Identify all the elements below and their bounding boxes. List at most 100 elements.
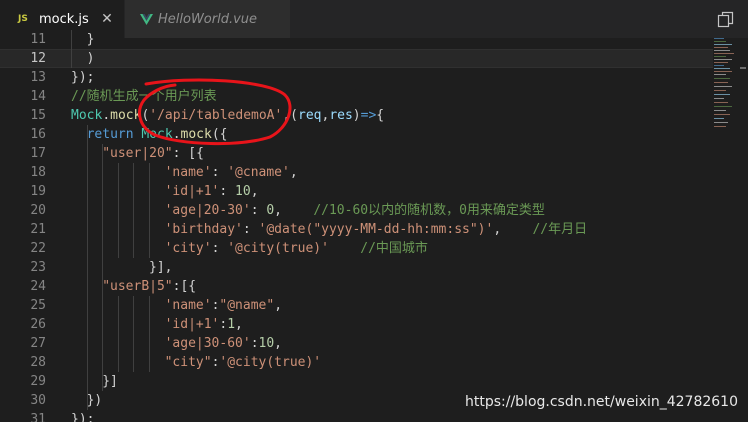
minimap-line <box>714 110 726 111</box>
code-line[interactable]: 20 'age|20-30': 0, //10-60以内的随机数，0用来确定类型 <box>0 201 713 220</box>
code-token: , <box>274 298 283 313</box>
close-icon[interactable]: ✕ <box>100 11 114 27</box>
line-number: 21 <box>30 222 46 237</box>
code-token: "@name" <box>219 298 275 313</box>
line-number: 19 <box>30 184 46 199</box>
minimap-line <box>714 78 730 79</box>
code-token: ) <box>352 108 361 123</box>
code-line[interactable]: 19 'id|+1': 10, <box>0 182 713 201</box>
split-editor-icon[interactable] <box>717 11 734 28</box>
code-editor[interactable]: 11} 12) 13}); 14//随机生成一个用户列表 15 Mock.mock('/a… <box>0 30 748 422</box>
code-line[interactable]: 26 'id|+1':1, <box>0 315 713 334</box>
code-token: 1 <box>227 317 236 332</box>
code-text: }], <box>149 258 172 277</box>
code-text: 'id|+1': 10, <box>165 182 259 201</box>
minimap-line <box>714 86 732 87</box>
code-token: '@date("yyyy-MM-dd-hh:mm:ss")' <box>258 222 494 237</box>
code-line[interactable]: 13}); <box>0 68 713 87</box>
minimap-line <box>714 126 726 127</box>
line-number: 22 <box>30 241 46 256</box>
code-line[interactable]: 17 "user|20": [{ <box>0 144 713 163</box>
line-number: 28 <box>30 355 46 370</box>
minimap-line <box>714 38 724 39</box>
line-number: 25 <box>30 298 46 313</box>
code-line[interactable]: 24 "userB|5":[{ <box>0 277 713 296</box>
minimap-line <box>714 106 732 107</box>
code-token: ) <box>86 51 95 66</box>
code-text: 'age|30-60':10, <box>165 334 282 353</box>
code-token: //年月日 <box>532 222 588 237</box>
code-token: : <box>219 184 236 199</box>
indent-guide <box>149 163 150 258</box>
code-token: : <box>250 336 259 351</box>
code-line[interactable]: 16 return Mock.mock({ <box>0 125 713 144</box>
code-token: '@city(true)' <box>219 355 322 370</box>
code-token: { <box>376 108 385 123</box>
minimap-line <box>714 98 724 99</box>
code-token: , <box>274 336 282 351</box>
minimap-line <box>714 68 730 69</box>
indent-guide <box>117 163 119 258</box>
code-token: '/api/tabledemoA' <box>149 108 283 123</box>
indent-guide <box>133 296 135 372</box>
code-token: 10 <box>235 184 251 199</box>
code-line[interactable]: 31}); <box>0 410 713 422</box>
code-line[interactable]: 14 //随机生成一个用户列表 <box>0 87 713 106</box>
code-line[interactable]: 28 "city":'@city(true)' <box>0 353 713 372</box>
code-line[interactable]: 21 'birthday': '@date("yyyy-MM-dd-hh:mm:s… <box>0 220 713 239</box>
code-text: return Mock.mock({ <box>87 125 228 144</box>
line-number: 20 <box>30 203 46 218</box>
code-token: : <box>211 165 228 180</box>
minimap[interactable] <box>712 38 736 138</box>
code-token: ({ <box>211 127 228 142</box>
tab-label: HelloWorld.vue <box>158 11 258 27</box>
code-text: } <box>87 30 95 49</box>
code-text: }] <box>102 372 118 391</box>
minimap-line <box>714 94 730 95</box>
code-token: => <box>360 108 377 123</box>
code-token: }); <box>71 70 95 85</box>
minimap-line <box>714 71 732 72</box>
code-line[interactable]: 12) <box>0 49 713 68</box>
code-token: . <box>102 108 111 123</box>
code-token: '@cname' <box>227 165 290 180</box>
code-text: "city":'@city(true)' <box>165 353 322 372</box>
code-line[interactable]: 15 Mock.mock('/api/tabledemoA',(req,res)=… <box>0 106 713 125</box>
code-text: 'name': '@cname', <box>165 163 298 182</box>
code-token: ,( <box>282 108 298 123</box>
code-token: 'name' <box>164 165 212 180</box>
code-line[interactable]: 22 'city': '@city(true)' //中国城市 <box>0 239 713 258</box>
code-token: //中国城市 <box>360 241 428 256</box>
vertical-scrollbar[interactable] <box>736 38 748 422</box>
minimap-line <box>714 41 726 42</box>
line-number: 16 <box>30 127 46 142</box>
scrollbar-cursor-marker <box>740 67 746 69</box>
code-line[interactable]: 18 'name': '@cname', <box>0 163 713 182</box>
code-token: : <box>211 241 228 256</box>
line-number: 11 <box>30 32 46 47</box>
line-number: 27 <box>30 336 46 351</box>
code-text: }); <box>71 68 94 87</box>
code-token: , <box>274 203 314 218</box>
minimap-line <box>714 118 724 119</box>
indent-guide <box>117 296 119 372</box>
code-line[interactable]: 25 'name':"@name", <box>0 296 713 315</box>
code-token: }], <box>149 260 173 275</box>
code-line[interactable]: 11} <box>0 30 713 49</box>
code-line[interactable]: 27 'age|30-60':10, <box>0 334 713 353</box>
minimap-line <box>714 44 732 45</box>
code-text: ) <box>87 50 95 67</box>
minimap-line <box>714 114 730 115</box>
code-line[interactable]: 23}], <box>0 258 713 277</box>
code-token: 10 <box>258 336 275 351</box>
code-token: 'name' <box>164 298 212 313</box>
code-token: :[{ <box>172 279 197 294</box>
code-text: }); <box>71 410 94 422</box>
minimap-line <box>714 74 726 75</box>
line-number: 18 <box>30 165 46 180</box>
code-token: }] <box>102 374 118 389</box>
code-line[interactable]: 29}] <box>0 372 713 391</box>
code-token: 'age|30-60' <box>164 336 251 351</box>
code-text: 'name':"@name", <box>165 296 282 315</box>
code-text: "userB|5":[{ <box>102 277 196 296</box>
